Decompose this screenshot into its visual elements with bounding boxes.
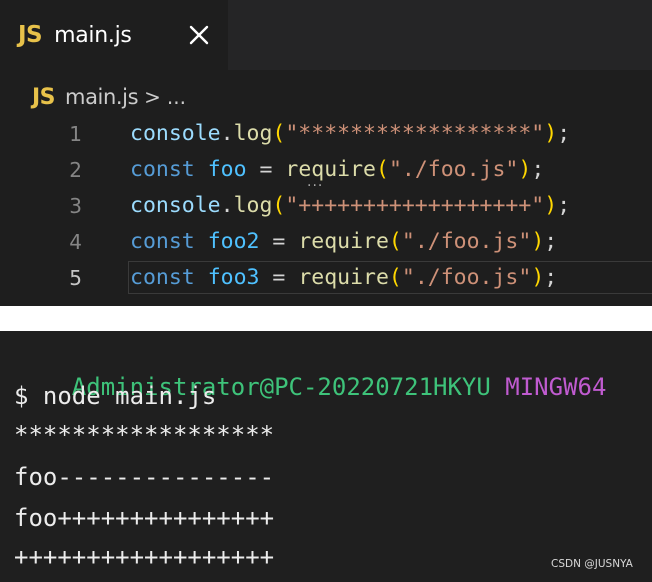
code-token: ( bbox=[272, 193, 286, 218]
code-token: console bbox=[130, 193, 221, 218]
code-token: "./foo.js" bbox=[401, 229, 532, 254]
terminal-output-line: foo+++++++++++++++ bbox=[14, 504, 275, 532]
code-token: ; bbox=[557, 121, 571, 146]
code-text: const foo = require("./foo.js"); bbox=[130, 152, 544, 188]
js-file-icon: JS bbox=[32, 84, 56, 110]
line-number: 1 bbox=[69, 122, 82, 146]
terminal-output-line: ++++++++++++++++++ bbox=[14, 543, 275, 571]
code-token: ; bbox=[531, 157, 545, 182]
code-token: foo2 bbox=[207, 229, 260, 254]
code-token: require bbox=[285, 157, 376, 182]
watermark: CSDN @JUSNYA bbox=[551, 558, 633, 570]
code-token: ) bbox=[518, 157, 532, 182]
terminal-output-line: foo--------------- bbox=[14, 463, 275, 491]
code-token: foo3 bbox=[207, 265, 260, 290]
line-number: 5 bbox=[69, 266, 82, 290]
code-token: ( bbox=[388, 229, 402, 254]
code-token: = bbox=[259, 229, 299, 254]
code-area[interactable]: 1 console.log("******************"); 2 cons… bbox=[0, 116, 652, 296]
code-token: const bbox=[130, 265, 195, 290]
editor-tab-bar: JS main.js bbox=[0, 0, 652, 70]
code-line[interactable]: 5 const foo3 = require("./foo.js"); bbox=[0, 260, 652, 296]
code-token: ; bbox=[544, 229, 558, 254]
code-token: ) bbox=[544, 121, 558, 146]
code-line[interactable]: 4 const foo2 = require("./foo.js"); bbox=[0, 224, 652, 260]
code-token: console bbox=[130, 121, 221, 146]
tab-label: main.js bbox=[54, 22, 132, 48]
line-number: 2 bbox=[69, 158, 82, 182]
code-token: log bbox=[233, 121, 273, 146]
breadcrumb: JS main.js > ... bbox=[0, 82, 186, 112]
code-token: = bbox=[246, 157, 286, 182]
chevron-right-icon: > bbox=[144, 85, 161, 109]
code-token: ; bbox=[544, 265, 558, 290]
code-token: foo bbox=[207, 157, 247, 182]
code-token: ( bbox=[272, 121, 286, 146]
code-text: const foo2 = require("./foo.js"); bbox=[130, 224, 557, 260]
terminal-output-line: ****************** bbox=[14, 421, 275, 449]
code-action-hint[interactable]: ... bbox=[307, 175, 323, 189]
js-file-icon: JS bbox=[18, 22, 43, 48]
code-token: require bbox=[298, 265, 389, 290]
code-token: ) bbox=[531, 265, 545, 290]
tab-main-js[interactable]: JS main.js bbox=[0, 0, 228, 70]
terminal[interactable]: Administrator@PC-20220721HKYU MINGW64 $ … bbox=[0, 331, 652, 582]
line-number: 3 bbox=[69, 194, 82, 218]
code-token: ) bbox=[544, 193, 558, 218]
code-line[interactable]: 3 console.log("++++++++++++++++++"); bbox=[0, 188, 652, 224]
close-icon[interactable] bbox=[186, 22, 212, 48]
code-token: const bbox=[130, 229, 195, 254]
code-token: . bbox=[220, 121, 234, 146]
code-line[interactable]: 2 const foo = require("./foo.js"); bbox=[0, 152, 652, 188]
code-token: ) bbox=[531, 229, 545, 254]
code-token: log bbox=[233, 193, 273, 218]
prompt-system: MINGW64 bbox=[505, 373, 607, 401]
code-token: "./foo.js" bbox=[401, 265, 532, 290]
code-editor: JS main.js JS main.js > ... 1 console.log… bbox=[0, 0, 652, 306]
code-token: require bbox=[298, 229, 389, 254]
code-token: "******************" bbox=[285, 121, 545, 146]
code-token: . bbox=[220, 193, 234, 218]
line-number: 4 bbox=[69, 230, 82, 254]
code-text: console.log("++++++++++++++++++"); bbox=[130, 188, 570, 224]
breadcrumb-file[interactable]: main.js bbox=[65, 85, 139, 109]
code-token: const bbox=[130, 157, 195, 182]
code-line[interactable]: 1 console.log("******************"); bbox=[0, 116, 652, 152]
code-token: "++++++++++++++++++" bbox=[285, 193, 545, 218]
code-token: ( bbox=[375, 157, 389, 182]
code-token: = bbox=[259, 265, 299, 290]
code-text: const foo3 = require("./foo.js"); bbox=[130, 260, 557, 296]
terminal-command: $ node main.js bbox=[14, 382, 217, 410]
code-token: ( bbox=[388, 265, 402, 290]
code-token: ; bbox=[557, 193, 571, 218]
breadcrumb-more[interactable]: ... bbox=[167, 85, 186, 109]
code-token: "./foo.js" bbox=[388, 157, 519, 182]
code-text: console.log("******************"); bbox=[130, 116, 570, 152]
